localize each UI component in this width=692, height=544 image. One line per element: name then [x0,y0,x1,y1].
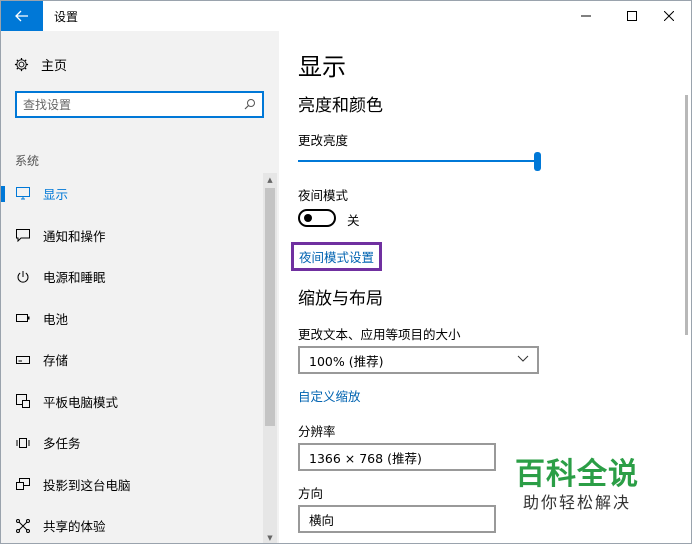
multitask-icon [15,435,31,451]
message-icon [15,227,31,243]
sidebar-item-label: 平板电脑模式 [43,394,119,410]
minimize-icon [581,15,591,17]
brightness-slider-thumb[interactable] [534,152,541,171]
sidebar-item-shared-experiences[interactable]: 共享的体验 [1,505,263,543]
watermark-logo: 百科全说 [515,457,639,492]
watermark-subtitle: 助你轻松解决 [523,493,632,512]
brightness-section-heading: 亮度和颜色 [298,96,383,116]
sidebar-item-multitasking[interactable]: 多任务 [1,422,263,464]
sidebar-item-power-sleep[interactable]: 电源和睡眠 [1,256,263,298]
resolution-dropdown[interactable]: 1366 × 768 (推荐) [298,443,496,471]
search-input[interactable] [23,96,233,114]
sidebar-item-label: 共享的体验 [43,519,106,535]
tablet-mode-icon [15,393,31,409]
project-icon [15,476,31,492]
sidebar-item-project-to-pc[interactable]: 投影到这台电脑 [1,464,263,506]
sidebar-scrollbar[interactable]: ▲ ▼ [263,173,277,543]
brightness-label: 更改亮度 [298,133,349,148]
back-button[interactable] [1,1,43,31]
sidebar-item-storage[interactable]: 存储 [1,339,263,381]
maximize-button[interactable] [614,1,650,31]
night-mode-settings-link[interactable]: 夜间模式设置 [291,242,383,271]
scale-label: 更改文本、应用等项目的大小 [298,327,461,342]
sidebar-item-label: 电源和睡眠 [43,270,106,286]
back-arrow-icon [15,10,28,22]
search-box[interactable] [15,91,264,118]
sidebar-item-label: 多任务 [43,436,81,452]
night-mode-label: 夜间模式 [298,188,349,203]
sidebar-item-label: 通知和操作 [43,228,106,244]
main-scrollbar[interactable] [685,95,688,335]
watermark: 百科全说 助你轻松解决 [511,449,671,519]
settings-window: 设置 主页 系统 [0,0,692,544]
sidebar-item-display[interactable]: 显示 [1,173,263,215]
night-mode-toggle[interactable] [298,209,336,227]
sidebar-scrollbar-thumb[interactable] [265,188,275,426]
toggle-knob [304,214,312,222]
scale-layout-section-heading: 缩放与布局 [298,289,383,309]
sidebar-item-battery[interactable]: 电池 [1,298,263,340]
page-title: 显示 [298,53,346,81]
close-button[interactable] [651,1,687,31]
search-icon [244,99,255,110]
sidebar-item-label: 显示 [43,187,69,203]
battery-icon [15,310,31,326]
gear-icon [14,57,29,72]
sidebar-item-label: 投影到这台电脑 [43,477,131,493]
sidebar: 主页 系统 显示 通知和操作 [1,31,279,543]
home-label: 主页 [41,59,68,74]
maximize-icon [627,11,637,21]
window-title: 设置 [54,10,79,24]
scroll-down-icon[interactable]: ▼ [263,531,277,543]
close-icon [664,11,674,21]
monitor-icon [15,186,31,202]
scroll-up-icon[interactable]: ▲ [263,173,277,187]
sidebar-item-label: 存储 [43,353,69,369]
resolution-label: 分辨率 [298,424,336,439]
custom-scaling-link[interactable]: 自定义缩放 [298,386,361,405]
sidebar-item-notifications[interactable]: 通知和操作 [1,215,263,257]
power-icon [15,269,31,285]
home-nav-item[interactable]: 主页 [14,55,67,74]
storage-icon [15,352,31,368]
orientation-dropdown-value: 横向 [309,512,335,528]
scale-dropdown-value: 100% (推荐) [309,353,384,369]
minimize-button[interactable] [568,1,604,31]
chevron-down-icon [517,355,529,362]
title-bar: 设置 [1,1,691,31]
nav-list: 显示 通知和操作 电源和睡眠 电池 存储 平板电脑模式 多任务 投影到这台电脑 … [1,173,263,543]
night-mode-state: 关 [347,213,360,228]
sidebar-item-label: 电池 [43,311,69,327]
orientation-dropdown[interactable]: 横向 [298,505,496,533]
sidebar-item-tablet-mode[interactable]: 平板电脑模式 [1,381,263,423]
section-label-system: 系统 [15,154,40,168]
brightness-slider-track[interactable] [298,160,538,162]
orientation-label: 方向 [298,486,324,501]
scale-dropdown[interactable]: 100% (推荐) [298,346,539,374]
shared-experience-icon [15,518,31,534]
resolution-dropdown-value: 1366 × 768 (推荐) [309,450,422,466]
